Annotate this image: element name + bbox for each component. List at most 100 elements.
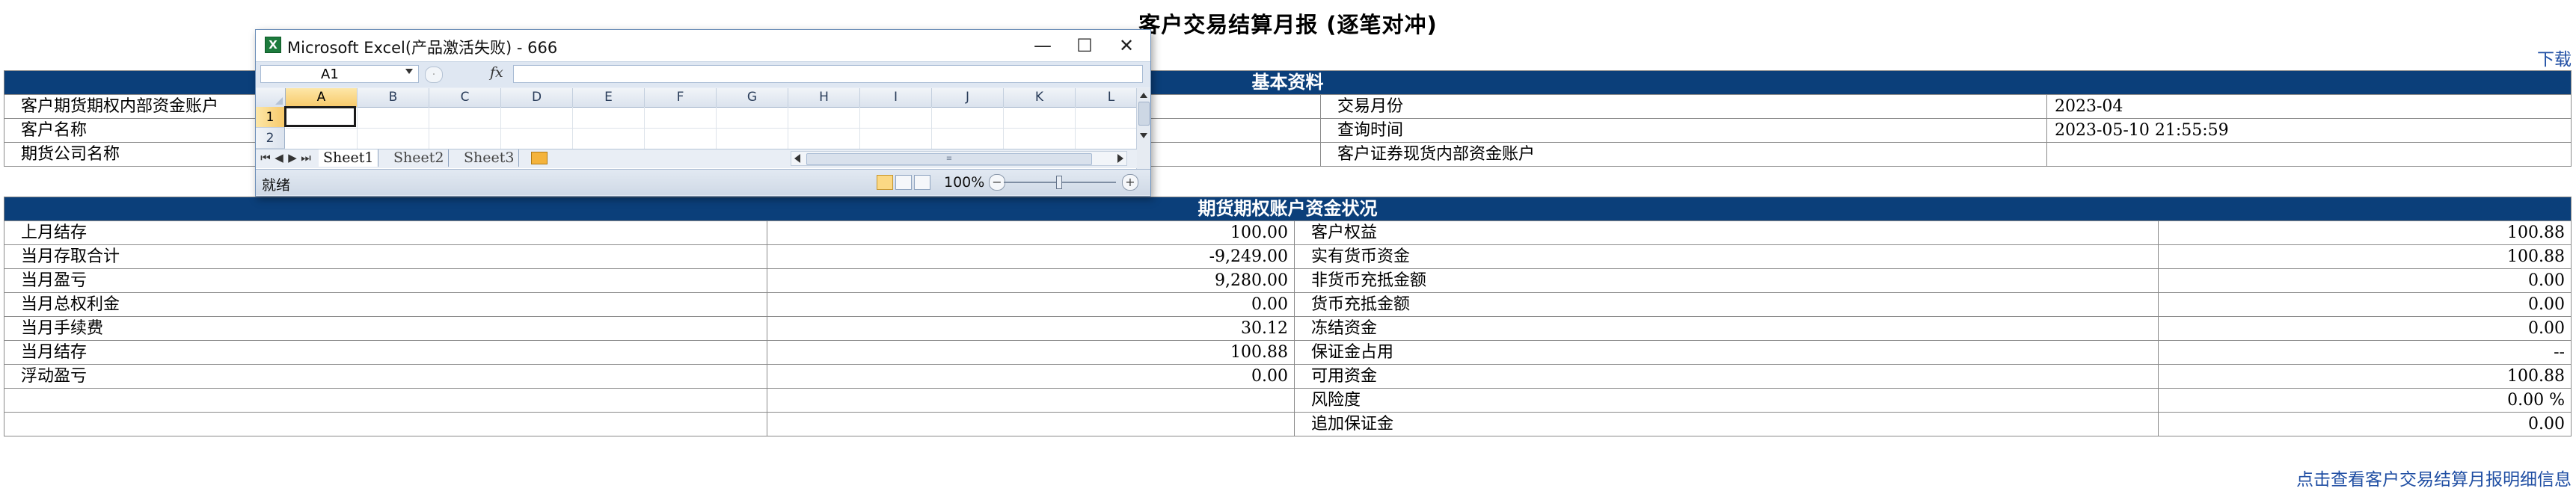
funds-label: 保证金占用 xyxy=(1294,340,2159,365)
formula-cancel-icon[interactable]: · xyxy=(425,67,443,83)
basic-info-value xyxy=(2046,142,2572,167)
grid-line xyxy=(357,107,358,149)
excel-window[interactable]: X Microsoft Excel(产品激活失败) - 666 — ☐ ✕ A1… xyxy=(255,29,1151,197)
funds-value: 0.00 xyxy=(2158,292,2572,317)
insert-sheet-icon[interactable] xyxy=(531,152,548,164)
funds-value xyxy=(767,412,1295,436)
funds-value: 30.12 xyxy=(767,316,1295,341)
column-header-g[interactable]: G xyxy=(717,88,788,107)
funds-value: 100.00 xyxy=(767,220,1295,245)
excel-titlebar[interactable]: X Microsoft Excel(产品激活失败) - 666 — ☐ ✕ xyxy=(256,30,1150,61)
column-header-b[interactable]: B xyxy=(358,88,429,107)
funds-value: -9,249.00 xyxy=(767,244,1295,269)
funds-row: 当月存取合计 -9,249.00 实有货币资金 100.88 xyxy=(4,244,2572,269)
funds-value: 0.00 xyxy=(2158,268,2572,293)
funds-value: 0.00 xyxy=(767,292,1295,317)
vertical-scrollbar[interactable] xyxy=(1136,88,1150,181)
column-header-j[interactable]: J xyxy=(932,88,1004,107)
vertical-scroll-thumb[interactable] xyxy=(1138,102,1150,126)
funds-value: 0.00 % xyxy=(2158,388,2572,413)
column-header-f[interactable]: F xyxy=(645,88,717,107)
funds-row: 当月结存 100.88 保证金占用 -- xyxy=(4,340,2572,365)
close-button[interactable]: ✕ xyxy=(1105,32,1147,59)
zoom-in-icon[interactable]: + xyxy=(1122,174,1138,191)
scroll-down-icon[interactable] xyxy=(1140,133,1147,138)
select-all-icon xyxy=(275,97,283,105)
name-box-dropdown-icon[interactable] xyxy=(405,69,413,74)
funds-value xyxy=(767,388,1295,413)
normal-view-icon[interactable] xyxy=(877,175,893,190)
column-header-k[interactable]: K xyxy=(1004,88,1076,107)
funds-header-row: 期货期权账户资金状况 xyxy=(4,197,2572,221)
funds-value: 0.00 xyxy=(767,364,1295,389)
worksheet-grid[interactable]: ABCDEFGHIJKL 12 ⏮ ◀ ▶ ⏭ Sheet1 Sheet2 Sh… xyxy=(256,88,1150,181)
sheet-tab-2[interactable]: Sheet2 xyxy=(389,149,450,167)
horizontal-scroll-thumb[interactable]: ≡ xyxy=(806,153,1092,165)
download-link[interactable]: 下载 xyxy=(2537,45,2572,70)
funds-label: 浮动盈亏 xyxy=(4,364,767,389)
row-header-1[interactable]: 1 xyxy=(256,107,285,128)
zoom-out-icon[interactable]: − xyxy=(989,174,1005,191)
basic-info-value: 2023-05-10 21:55:59 xyxy=(2046,118,2572,143)
funds-value: 0.00 xyxy=(2158,316,2572,341)
horizontal-scrollbar[interactable]: ≡ xyxy=(791,151,1127,166)
page-layout-view-icon[interactable] xyxy=(895,175,912,190)
select-all-corner[interactable] xyxy=(256,88,286,107)
grid-line xyxy=(500,107,501,149)
funds-label: 客户权益 xyxy=(1294,220,2159,245)
grid-line xyxy=(1003,107,1004,149)
grid-line xyxy=(1075,107,1076,149)
zoom-level[interactable]: 100% xyxy=(944,174,984,191)
excel-app-icon: X xyxy=(265,37,281,53)
funds-label: 实有货币资金 xyxy=(1294,244,2159,269)
formula-input[interactable] xyxy=(513,65,1143,83)
column-header-h[interactable]: H xyxy=(788,88,860,107)
basic-info-label: 客户证券现货内部资金账户 xyxy=(1320,142,2047,167)
detail-link[interactable]: 点击查看客户交易结算月报明细信息 xyxy=(2296,465,2572,490)
funds-label: 当月手续费 xyxy=(4,316,767,341)
funds-label: 非货币充抵金额 xyxy=(1294,268,2159,293)
column-header-a[interactable]: A xyxy=(286,88,358,107)
funds-label: 当月存取合计 xyxy=(4,244,767,269)
funds-row: 当月手续费 30.12 冻结资金 0.00 xyxy=(4,316,2572,341)
scroll-right-icon[interactable] xyxy=(1117,154,1123,163)
column-header-d[interactable]: D xyxy=(501,88,573,107)
column-header-e[interactable]: E xyxy=(573,88,645,107)
sheet-tab-1[interactable]: Sheet1 xyxy=(319,149,379,167)
column-header-c[interactable]: C xyxy=(429,88,501,107)
funds-label: 当月结存 xyxy=(4,340,767,365)
basic-info-label: 查询时间 xyxy=(1320,118,2047,143)
last-sheet-icon[interactable]: ⏭ xyxy=(299,151,313,164)
funds-row: 浮动盈亏 0.00 可用资金 100.88 xyxy=(4,364,2572,389)
insert-function-icon[interactable]: fx xyxy=(490,64,503,81)
formula-bar: A1 · fx xyxy=(256,61,1150,87)
funds-label: 当月盈亏 xyxy=(4,268,767,293)
active-cell[interactable] xyxy=(284,106,356,127)
status-text: 就绪 xyxy=(262,177,291,194)
funds-value: 100.88 xyxy=(767,340,1295,365)
prev-sheet-icon[interactable]: ◀ xyxy=(272,151,286,164)
scroll-up-icon[interactable] xyxy=(1140,93,1147,98)
sheet-tab-3[interactable]: Sheet3 xyxy=(459,149,520,167)
minimize-button[interactable]: — xyxy=(1022,32,1064,59)
funds-label xyxy=(4,412,767,436)
funds-value: -- xyxy=(2158,340,2572,365)
funds-label: 冻结资金 xyxy=(1294,316,2159,341)
grid-line xyxy=(931,107,932,149)
row-header-2[interactable]: 2 xyxy=(256,128,285,149)
basic-info-label: 交易月份 xyxy=(1320,94,2047,119)
funds-row: 当月总权利金 0.00 货币充抵金额 0.00 xyxy=(4,292,2572,317)
zoom-slider-thumb[interactable] xyxy=(1056,176,1062,189)
column-header-i[interactable]: I xyxy=(860,88,932,107)
next-sheet-icon[interactable]: ▶ xyxy=(286,151,299,164)
funds-row: 风险度 0.00 % xyxy=(4,388,2572,413)
first-sheet-icon[interactable]: ⏮ xyxy=(259,151,272,164)
maximize-button[interactable]: ☐ xyxy=(1064,32,1105,59)
scroll-left-icon[interactable] xyxy=(794,154,800,163)
page-break-view-icon[interactable] xyxy=(914,175,930,190)
grid-line xyxy=(859,107,860,149)
column-headers: ABCDEFGHIJKL xyxy=(256,88,1147,108)
name-box[interactable]: A1 xyxy=(260,65,419,83)
basic-info-value: 2023-04 xyxy=(2046,94,2572,119)
funds-label: 风险度 xyxy=(1294,388,2159,413)
